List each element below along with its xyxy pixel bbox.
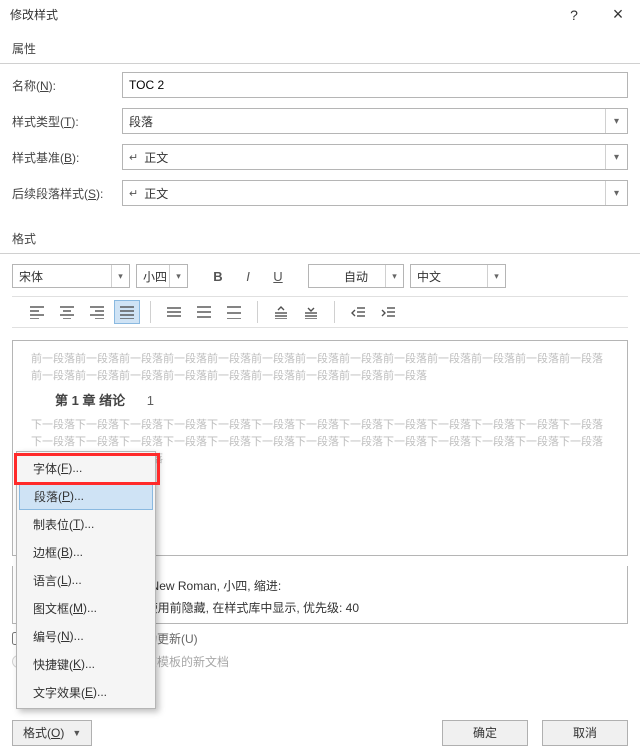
chevron-down-icon: ▾: [605, 109, 627, 133]
menu-font[interactable]: 字体(F)...: [19, 454, 153, 482]
preview-sample: 第 1 章 绪论 1: [31, 385, 609, 417]
section-properties: 属性: [0, 30, 640, 63]
separator: [150, 301, 151, 323]
space-before-inc-button[interactable]: [268, 300, 294, 324]
line-spacing-1-button[interactable]: [161, 300, 187, 324]
font-size-select[interactable]: 小四▾: [136, 264, 188, 288]
line-spacing-2-button[interactable]: [221, 300, 247, 324]
align-center-button[interactable]: [54, 300, 80, 324]
font-name-select[interactable]: 宋体▾: [12, 264, 130, 288]
font-color-select[interactable]: 自动▾: [308, 264, 404, 288]
properties-form: 名称(N): 样式类型(T): 段落 ▾ 样式基准(B): ↵ 正文 ▾ 后续段…: [0, 64, 640, 220]
indent-inc-button[interactable]: [375, 300, 401, 324]
space-before-dec-button[interactable]: [298, 300, 324, 324]
menu-numbering[interactable]: 编号(N)...: [19, 622, 153, 650]
style-type-select[interactable]: 段落 ▾: [122, 108, 628, 134]
dialog-title: 修改样式: [10, 6, 552, 23]
menu-frame[interactable]: 图文框(M)...: [19, 594, 153, 622]
menu-language[interactable]: 语言(L)...: [19, 566, 153, 594]
menu-tabs[interactable]: 制表位(T)...: [19, 510, 153, 538]
align-right-button[interactable]: [84, 300, 110, 324]
preview-before: 前一段落前一段落前一段落前一段落前一段落前一段落前一段落前一段落前一段落前一段落…: [31, 351, 609, 385]
separator: [334, 301, 335, 323]
align-left-button[interactable]: [24, 300, 50, 324]
chevron-down-icon: ▾: [487, 265, 505, 287]
name-input[interactable]: [122, 72, 628, 98]
pilcrow-icon: ↵: [129, 187, 138, 200]
menu-texteffects[interactable]: 文字效果(E)...: [19, 678, 153, 706]
chevron-down-icon: ▾: [605, 145, 627, 169]
paragraph-toolbar: [12, 296, 628, 328]
label-style-type: 样式类型(T):: [12, 113, 122, 130]
close-button[interactable]: ×: [596, 0, 640, 30]
separator: [257, 301, 258, 323]
menu-shortcut[interactable]: 快捷键(K)...: [19, 650, 153, 678]
label-following: 后续段落样式(S):: [12, 185, 122, 202]
pilcrow-icon: ↵: [129, 151, 138, 164]
language-select[interactable]: 中文▾: [410, 264, 506, 288]
label-name: 名称(N):: [12, 77, 122, 94]
style-type-value: 段落: [129, 113, 153, 130]
underline-button[interactable]: U: [266, 264, 290, 288]
align-justify-button[interactable]: [114, 300, 140, 324]
following-select[interactable]: ↵ 正文 ▾: [122, 180, 628, 206]
template-docs-label: 该模板的新文档: [145, 653, 229, 670]
help-button[interactable]: ?: [552, 0, 596, 30]
italic-button[interactable]: I: [236, 264, 260, 288]
dialog-footer: 格式(O)▼ 确定 取消: [0, 709, 640, 755]
titlebar: 修改样式 ? ×: [0, 0, 640, 30]
following-value: 正文: [144, 185, 168, 202]
cancel-button[interactable]: 取消: [542, 720, 628, 746]
triangle-down-icon: ▼: [72, 728, 81, 738]
ok-button[interactable]: 确定: [442, 720, 528, 746]
format-menu: 字体(F)... 段落(P)... 制表位(T)... 边框(B)... 语言(…: [16, 451, 156, 709]
menu-border[interactable]: 边框(B)...: [19, 538, 153, 566]
format-button[interactable]: 格式(O)▼: [12, 720, 92, 746]
based-on-value: 正文: [144, 149, 168, 166]
line-spacing-15-button[interactable]: [191, 300, 217, 324]
menu-paragraph[interactable]: 段落(P)...: [19, 482, 153, 510]
chevron-down-icon: ▾: [385, 265, 403, 287]
bold-button[interactable]: B: [206, 264, 230, 288]
label-based-on: 样式基准(B):: [12, 149, 122, 166]
font-toolbar: 宋体▾ 小四▾ B I U 自动▾ 中文▾: [0, 254, 640, 296]
chevron-down-icon: ▾: [169, 265, 187, 287]
chevron-down-icon: ▾: [111, 265, 129, 287]
based-on-select[interactable]: ↵ 正文 ▾: [122, 144, 628, 170]
indent-dec-button[interactable]: [345, 300, 371, 324]
section-format: 格式: [0, 220, 640, 253]
chevron-down-icon: ▾: [605, 181, 627, 205]
